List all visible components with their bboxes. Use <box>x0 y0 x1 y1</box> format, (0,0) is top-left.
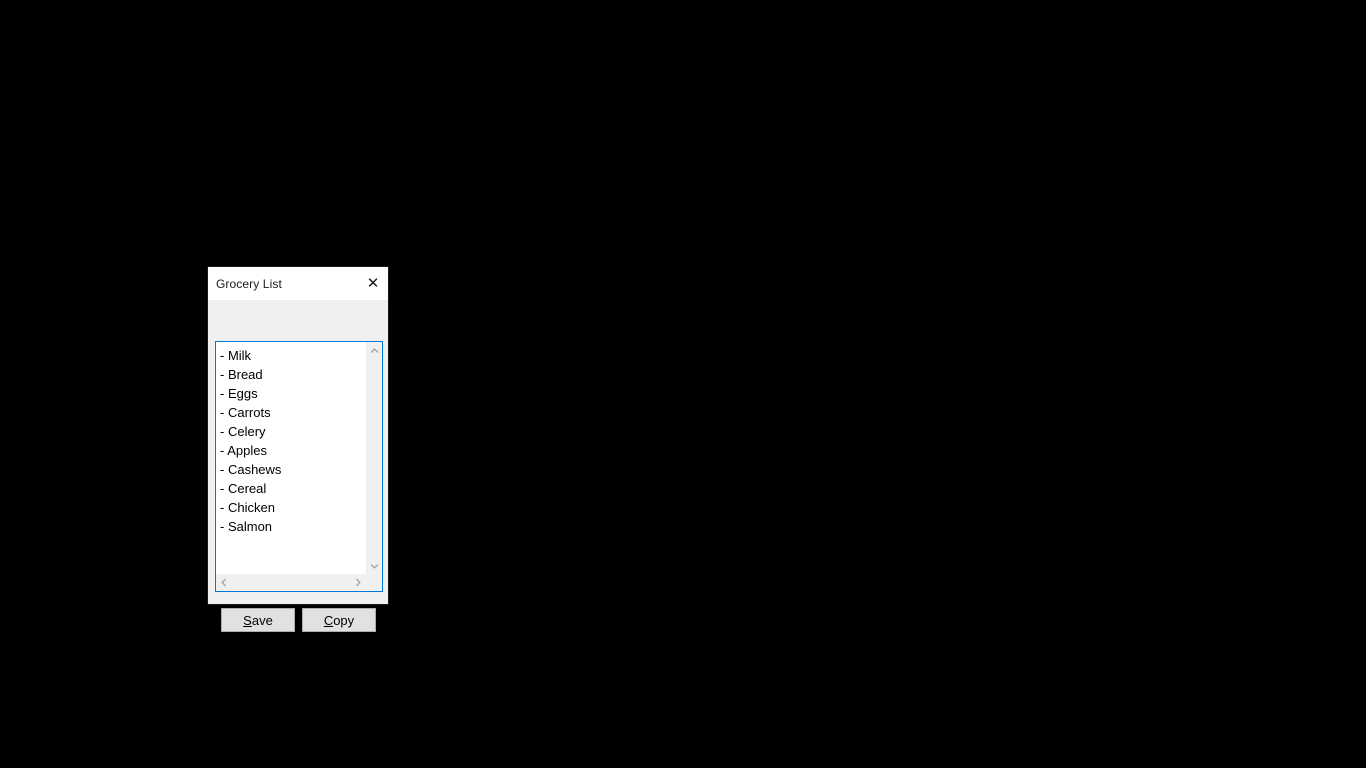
list-item[interactable]: - Carrots <box>220 403 366 422</box>
scroll-up-button[interactable] <box>366 342 382 359</box>
list-item-label: Celery <box>227 424 266 439</box>
list-item-bullet: - <box>220 462 228 477</box>
save-button-mnemonic: S <box>243 612 252 628</box>
chevron-down-icon <box>370 563 378 569</box>
list-item[interactable]: - Bread <box>220 365 366 384</box>
scroll-right-button[interactable] <box>350 574 366 591</box>
scroll-left-button[interactable] <box>216 574 232 591</box>
copy-button-label: opy <box>333 612 355 628</box>
chevron-up-icon <box>370 347 378 353</box>
list-item-label: Cashews <box>227 462 282 477</box>
vertical-scrollbar[interactable] <box>366 342 382 574</box>
list-item-label: Milk <box>227 348 252 363</box>
scroll-down-button[interactable] <box>366 557 382 574</box>
list-item-bullet: - <box>220 405 228 420</box>
list-item-label: Chicken <box>227 500 275 515</box>
copy-button[interactable]: Copy <box>302 608 376 632</box>
list-item-label: Apples <box>227 443 267 458</box>
save-button[interactable]: Save <box>221 608 295 632</box>
list-item-label: Salmon <box>227 519 273 534</box>
list-item[interactable]: - Eggs <box>220 384 366 403</box>
list-item-label: Cereal <box>227 481 267 496</box>
window-titlebar[interactable]: Grocery List ✕ <box>208 267 388 300</box>
list-item[interactable]: - Cereal <box>220 479 366 498</box>
horizontal-scrollbar[interactable] <box>216 574 366 591</box>
list-item[interactable]: - Chicken <box>220 498 366 517</box>
list-item-label: Carrots <box>227 405 271 420</box>
window-title: Grocery List <box>216 276 282 291</box>
list-item-bullet: - <box>220 367 228 382</box>
close-button[interactable]: ✕ <box>358 267 388 300</box>
list-item[interactable]: - Apples <box>220 441 366 460</box>
chevron-left-icon <box>221 578 226 587</box>
window-body: - Milk - Bread - Eggs - Carrots - Celery - Ap… <box>208 300 388 632</box>
copy-button-mnemonic: C <box>323 612 334 628</box>
list-item-label: Bread <box>227 367 263 382</box>
close-icon: ✕ <box>366 274 380 292</box>
grocery-list-window: Grocery List ✕ - Milk - Bread - Eggs - Carr… <box>207 266 389 632</box>
list-item-bullet: - <box>220 519 228 534</box>
list-item-label: Eggs <box>227 386 258 401</box>
list-item-bullet: - <box>220 424 228 439</box>
list-items-container[interactable]: - Milk - Bread - Eggs - Carrots - Celery - Ap… <box>216 342 366 574</box>
list-item-bullet: - <box>220 481 228 496</box>
list-item[interactable]: - Milk <box>220 346 366 365</box>
scrollbar-corner <box>366 574 382 591</box>
chevron-right-icon <box>356 578 361 587</box>
grocery-listbox[interactable]: - Milk - Bread - Eggs - Carrots - Celery - Ap… <box>215 341 383 592</box>
dialog-button-row: Save Copy <box>221 608 376 632</box>
list-item[interactable]: - Celery <box>220 422 366 441</box>
list-item[interactable]: - Salmon <box>220 517 366 536</box>
list-item-bullet: - <box>220 500 228 515</box>
list-item[interactable]: - Cashews <box>220 460 366 479</box>
list-item-bullet: - <box>220 348 228 363</box>
save-button-label: ave <box>251 612 273 628</box>
list-item-bullet: - <box>220 386 228 401</box>
